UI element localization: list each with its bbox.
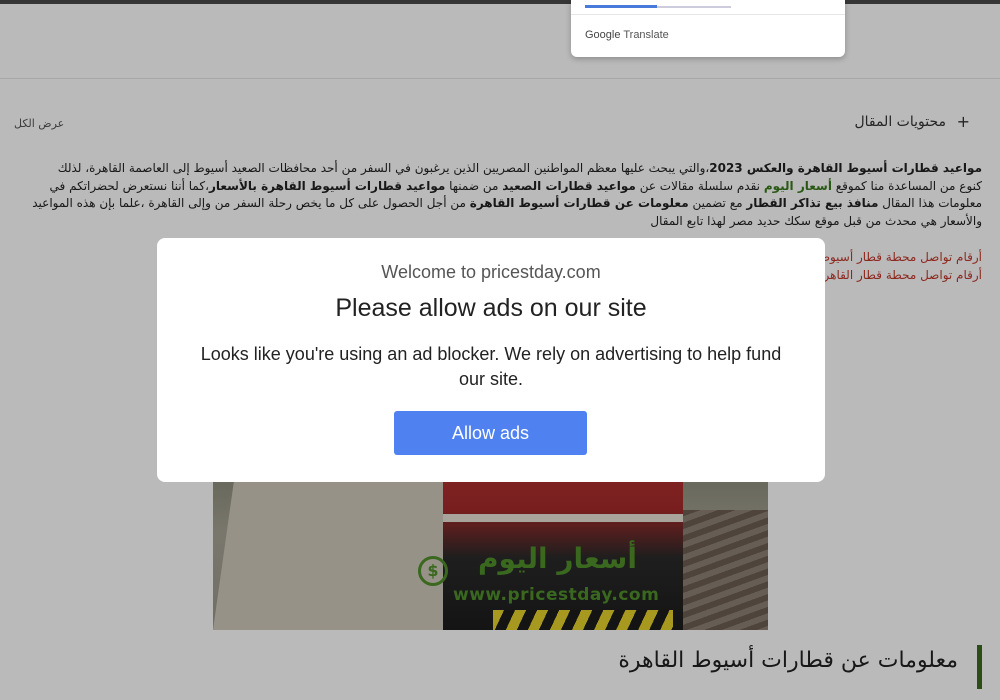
google-logo-text: Google [585, 29, 621, 41]
allow-ads-button[interactable]: Allow ads [394, 411, 587, 455]
google-translate-popup[interactable]: Google Translate [571, 0, 845, 57]
google-translate-brand: Google Translate [585, 29, 669, 41]
modal-welcome: Welcome to pricestday.com [381, 262, 601, 282]
adblock-modal: Welcome to pricestday.com Please allow a… [157, 238, 825, 482]
popup-divider [571, 14, 845, 15]
modal-headline: Please allow ads on our site [335, 294, 647, 322]
progress-bar [585, 5, 657, 8]
modal-body: Looks like you're using an ad blocker. W… [200, 344, 782, 389]
translate-label: Translate [623, 29, 669, 41]
